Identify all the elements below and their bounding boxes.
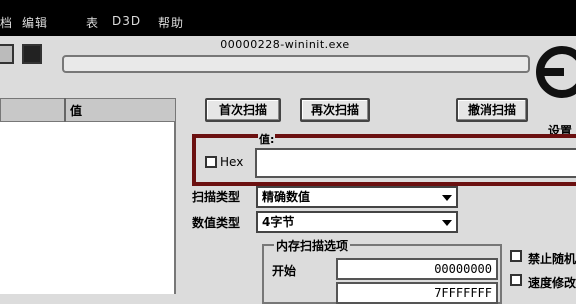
menu-table[interactable]: 表 — [86, 14, 99, 31]
value-type-value: 4字节 — [262, 215, 295, 229]
value-type-label: 数值类型 — [192, 216, 241, 230]
menu-d3d[interactable]: D3D — [112, 14, 141, 28]
scan-type-select[interactable]: 精确数值 — [256, 186, 458, 208]
chevron-down-icon — [442, 195, 452, 201]
menu-edit[interactable]: 编辑 — [22, 14, 48, 31]
option1-checkbox[interactable] — [510, 250, 522, 262]
value-input[interactable] — [255, 148, 576, 178]
start-address-input[interactable]: 00000000 — [336, 258, 498, 280]
stop-address-input[interactable]: 7FFFFFFF — [336, 282, 498, 304]
found-address-list[interactable] — [0, 122, 176, 294]
value-label: 值: — [258, 131, 276, 147]
option2-label: 速度修改 — [528, 276, 576, 290]
menu-help[interactable]: 帮助 — [158, 14, 184, 31]
cancel-scan-button[interactable]: 撤消扫描 — [456, 98, 528, 122]
start-label: 开始 — [272, 264, 297, 278]
hex-label: Hex — [220, 155, 244, 169]
list-header — [0, 98, 176, 122]
next-scan-button[interactable]: 再次扫描 — [300, 98, 370, 122]
cheat-engine-logo-icon[interactable] — [534, 34, 576, 120]
hex-checkbox[interactable] — [205, 156, 217, 168]
option1-label: 禁止随机 — [528, 252, 576, 266]
scan-type-label: 扫描类型 — [192, 190, 241, 204]
column-divider[interactable] — [64, 98, 66, 122]
column-value-header[interactable]: 值 — [70, 102, 82, 119]
first-scan-button[interactable]: 首次扫描 — [205, 98, 281, 122]
option2-checkbox[interactable] — [510, 274, 522, 286]
scan-progress-bar — [62, 55, 530, 73]
open-process-button[interactable] — [0, 44, 14, 64]
save-icon[interactable] — [22, 44, 42, 64]
process-title: 00000228-wininit.exe — [220, 38, 350, 51]
menu-file[interactable]: 档 — [0, 14, 13, 31]
memory-scan-options-title: 内存扫描选项 — [274, 237, 351, 254]
scan-type-value: 精确数值 — [262, 190, 311, 204]
value-type-select[interactable]: 4字节 — [256, 211, 458, 233]
chevron-down-icon — [442, 220, 452, 226]
